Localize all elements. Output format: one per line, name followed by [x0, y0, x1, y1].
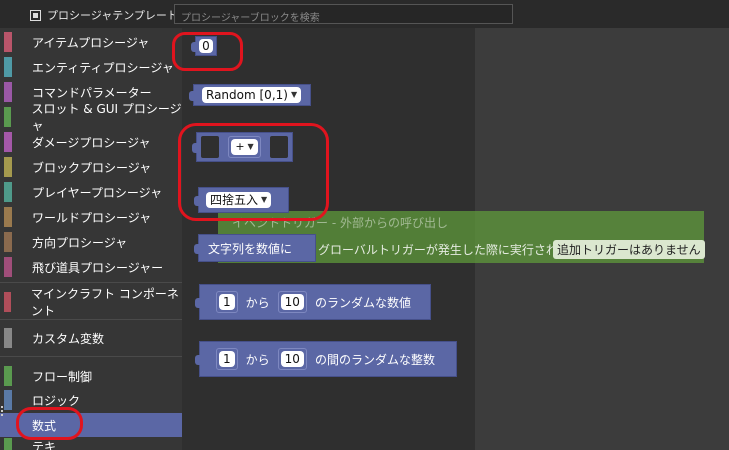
category-color-bar [4, 107, 12, 127]
to-input-wrapper: 10 [277, 348, 307, 370]
category-block[interactable]: ブロックプロシージャ [0, 155, 182, 179]
category-color-bar [4, 257, 12, 277]
category-label: マインクラフト コンポーネント [31, 287, 179, 318]
category-color-bar [4, 292, 12, 312]
procedure-template-button[interactable]: プロシージャテンプレート [30, 6, 178, 24]
category-color-bar [4, 182, 12, 202]
category-slot-gui[interactable]: スロット & GUI プロシージャ [0, 102, 182, 133]
category-projectile[interactable]: 飛び道具プロシージャー [0, 255, 182, 279]
category-color-bar [4, 390, 12, 410]
category-custom-variables[interactable]: カスタム変数 [0, 326, 182, 350]
category-text[interactable]: テキ [0, 438, 182, 450]
category-entity-procedures[interactable]: エンティティプロシージャ [0, 55, 182, 79]
from-to-label: から [245, 295, 270, 310]
category-color-bar [4, 57, 12, 77]
category-item-procedures[interactable]: アイテムプロシージャ [0, 30, 182, 54]
category-color-bar [4, 207, 12, 227]
category-label: プレイヤープロシージャ [32, 185, 163, 200]
highlight-math-category [16, 407, 83, 440]
category-direction[interactable]: 方向プロシージャ [0, 230, 182, 254]
random-block[interactable]: Random [0,1) ▼ [189, 84, 311, 106]
sidebar-divider [0, 282, 182, 283]
category-damage[interactable]: ダメージプロシージャ [0, 130, 182, 154]
category-color-bar [4, 232, 12, 252]
output-connector [195, 298, 200, 308]
category-label: ダメージプロシージャ [32, 135, 151, 150]
category-color-bar [4, 157, 12, 177]
category-world[interactable]: ワールドプロシージャ [0, 205, 182, 229]
template-icon [30, 9, 41, 21]
sidebar-divider [0, 356, 182, 357]
category-label: ワールドプロシージャ [32, 210, 152, 225]
category-color-bar [4, 438, 12, 450]
random-integer-label: の間のランダムな整数 [314, 352, 435, 367]
category-label: エンティティプロシージャ [32, 60, 174, 75]
event-trigger-text: グローバルトリガーが発生した際に実行される: [318, 243, 574, 257]
category-color-bar [4, 366, 12, 386]
output-connector [189, 91, 194, 101]
category-label: アイテムプロシージャ [32, 35, 150, 50]
category-label: カスタム変数 [32, 331, 105, 346]
category-color-bar [4, 415, 12, 435]
category-label: フロー制御 [32, 369, 93, 384]
category-flow-control[interactable]: フロー制御 [0, 364, 182, 388]
dropdown-arrow-icon: ▼ [290, 90, 298, 99]
category-label: ブロックプロシージャ [32, 160, 152, 175]
random-number-label: のランダムな数値 [314, 295, 411, 310]
to-value[interactable]: 10 [280, 351, 304, 367]
category-label: 方向プロシージャ [32, 235, 128, 250]
top-bar: プロシージャテンプレート プロシージャーブロックを検索 [0, 0, 729, 28]
text-to-number-label: 文字列を数値に [208, 241, 293, 256]
text-to-number-block[interactable]: 文字列を数値に [194, 234, 316, 262]
category-color-bar [4, 82, 12, 102]
category-player[interactable]: プレイヤープロシージャ [0, 180, 182, 204]
to-value[interactable]: 10 [280, 294, 304, 310]
random-dropdown[interactable]: Random [0,1) ▼ [202, 87, 302, 103]
block-search-input[interactable]: プロシージャーブロックを検索 [174, 4, 513, 24]
procedure-template-label: プロシージャテンプレート [47, 9, 178, 22]
from-input-wrapper: 1 [216, 291, 238, 313]
to-input-wrapper: 10 [277, 291, 307, 313]
sidebar-resize-handle[interactable] [1, 405, 4, 419]
output-connector [195, 355, 200, 365]
random-integer-block[interactable]: 1 から 10 の間のランダムな整数 [195, 341, 457, 377]
category-color-bar [4, 328, 12, 348]
from-to-label: から [245, 352, 270, 367]
event-trigger-badge: 追加トリガーはありません [553, 240, 705, 259]
category-color-bar [4, 32, 12, 52]
category-color-bar [4, 132, 12, 152]
random-number-block[interactable]: 1 から 10 のランダムな数値 [195, 284, 431, 320]
highlight-number-block [172, 32, 243, 71]
random-label: Random [0,1) [206, 88, 288, 102]
category-label: コマンドパラメーター [32, 85, 152, 100]
from-value[interactable]: 1 [219, 351, 235, 367]
category-label: スロット & GUI プロシージャ [31, 102, 182, 133]
from-value[interactable]: 1 [219, 294, 235, 310]
highlight-operator-round-blocks [178, 123, 329, 221]
from-input-wrapper: 1 [216, 348, 238, 370]
output-connector [194, 244, 199, 254]
category-label: ロジック [32, 393, 81, 408]
category-minecraft-components[interactable]: マインクラフト コンポーネント [0, 287, 182, 318]
category-label: 飛び道具プロシージャー [32, 260, 164, 275]
sidebar-divider [0, 319, 182, 320]
